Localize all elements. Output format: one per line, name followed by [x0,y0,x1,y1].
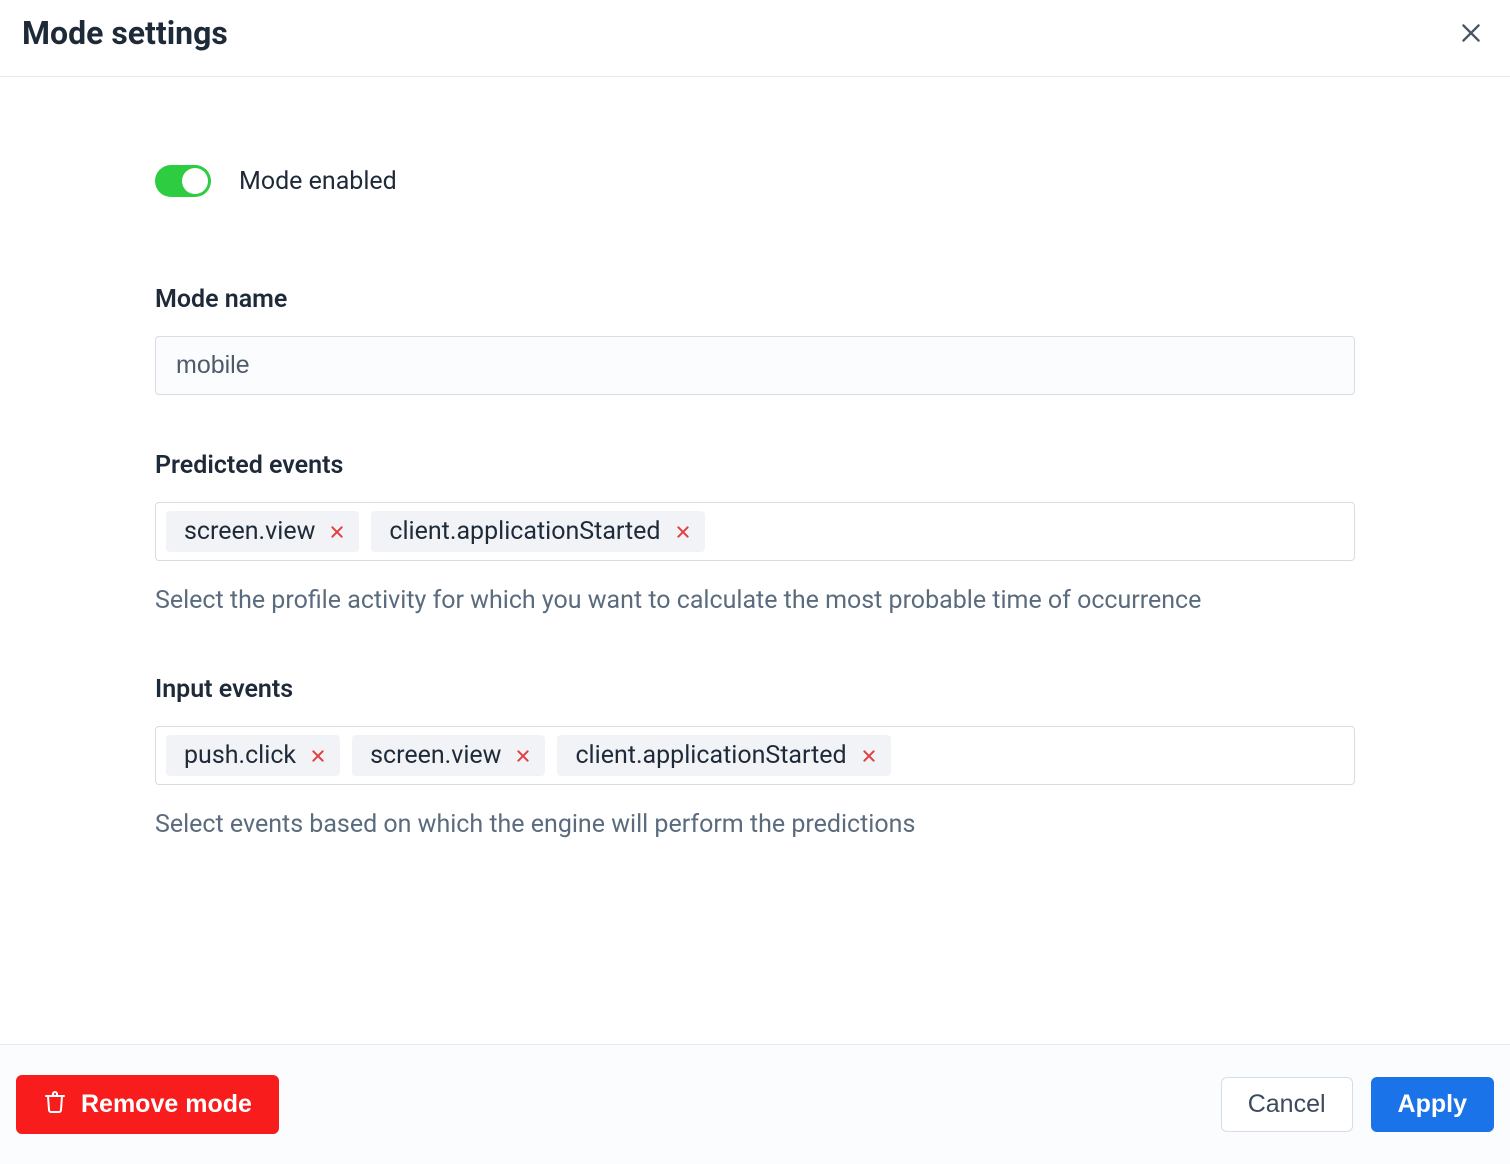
chip-label: screen.view [370,741,501,770]
dialog-header: Mode settings [0,0,1510,77]
mode-enabled-label: Mode enabled [239,167,397,196]
input-events-section: Input events push.click screen.view [155,675,1355,843]
remove-icon [310,748,326,764]
remove-icon [675,524,691,540]
mode-enabled-row: Mode enabled [155,165,1355,197]
cancel-button[interactable]: Cancel [1221,1077,1353,1132]
footer-actions: Cancel Apply [1221,1077,1494,1132]
input-events-label: Input events [155,675,1355,704]
apply-label: Apply [1398,1092,1467,1117]
remove-mode-label: Remove mode [81,1092,252,1117]
close-icon [1458,20,1484,46]
remove-icon [329,524,345,540]
chip-label: client.applicationStarted [389,517,660,546]
chip-remove-button[interactable] [310,748,326,764]
input-events-chip: push.click [166,735,340,776]
input-events-chip: screen.view [352,735,545,776]
predicted-events-input[interactable]: screen.view client.applicationStarted [155,502,1355,561]
chip-label: client.applicationStarted [575,741,846,770]
dialog-footer: Remove mode Cancel Apply [0,1044,1510,1164]
input-events-input[interactable]: push.click screen.view [155,726,1355,785]
chip-label: screen.view [184,517,315,546]
chip-remove-button[interactable] [675,524,691,540]
chip-remove-button[interactable] [861,748,877,764]
remove-icon [515,748,531,764]
input-events-chip: client.applicationStarted [557,735,890,776]
remove-icon [861,748,877,764]
remove-mode-button[interactable]: Remove mode [16,1075,279,1134]
predicted-events-label: Predicted events [155,451,1355,480]
predicted-events-chip: client.applicationStarted [371,511,704,552]
chip-remove-button[interactable] [329,524,345,540]
input-events-helper: Select events based on which the engine … [155,807,1355,843]
apply-button[interactable]: Apply [1371,1077,1494,1132]
trash-icon [43,1090,67,1119]
mode-enabled-toggle[interactable] [155,165,211,197]
mode-name-section: Mode name [155,285,1355,395]
chip-remove-button[interactable] [515,748,531,764]
mode-name-input[interactable] [155,336,1355,395]
dialog-body: Mode enabled Mode name Predicted events … [155,77,1355,844]
predicted-events-section: Predicted events screen.view client.appl… [155,451,1355,619]
mode-name-label: Mode name [155,285,1355,314]
close-button[interactable] [1454,16,1488,50]
page-title: Mode settings [22,14,228,52]
predicted-events-helper: Select the profile activity for which yo… [155,583,1355,619]
cancel-label: Cancel [1248,1092,1326,1117]
predicted-events-chip: screen.view [166,511,359,552]
chip-label: push.click [184,741,296,770]
